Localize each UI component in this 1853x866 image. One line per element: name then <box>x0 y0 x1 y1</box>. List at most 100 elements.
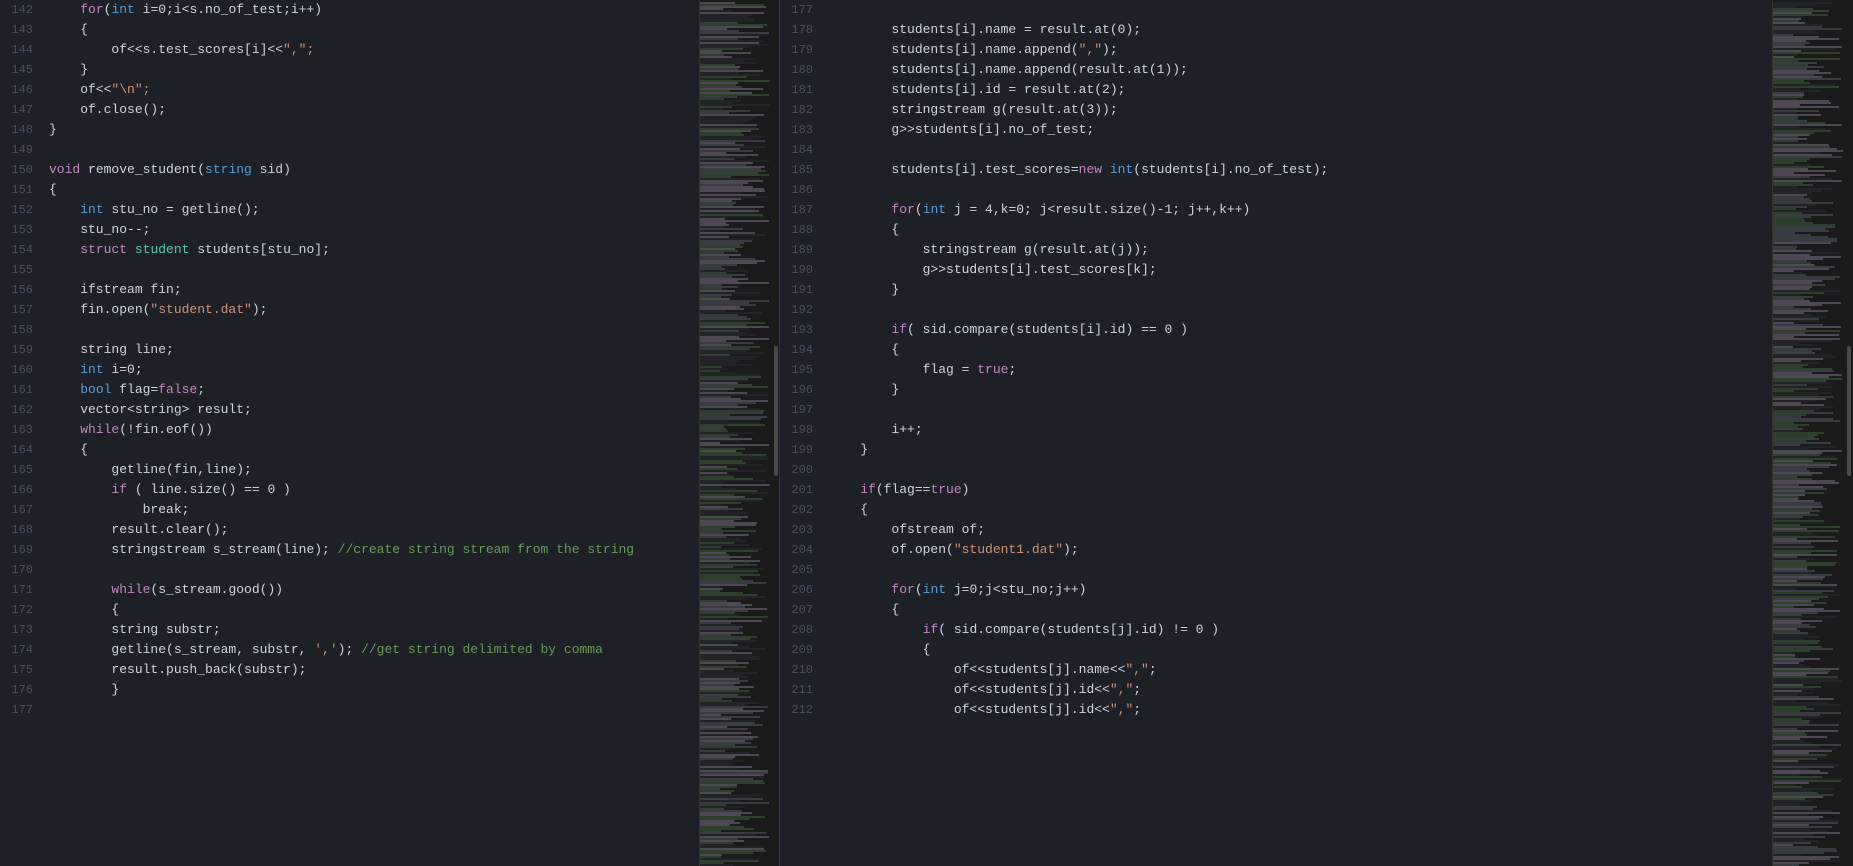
line-number: 180 <box>780 60 825 80</box>
token: getline(s_stream, substr, <box>49 642 314 657</box>
code-line: 183 g>>students[i].no_of_test; <box>780 120 1772 140</box>
token: students[i].name.append( <box>829 42 1079 57</box>
line-number: 152 <box>0 200 45 220</box>
code-line: 152 int stu_no = getline(); <box>0 200 699 220</box>
token: true <box>930 482 961 497</box>
token: int <box>923 582 946 597</box>
token: "\n"; <box>111 82 150 97</box>
code-line: 168 result.clear(); <box>0 520 699 540</box>
code-line: 160 int i=0; <box>0 360 699 380</box>
token: if <box>923 622 939 637</box>
line-number: 155 <box>0 260 45 280</box>
token: int <box>923 202 946 217</box>
code-line: 171 while(s_stream.good()) <box>0 580 699 600</box>
left-code-area[interactable]: 142 for(int i=0;i<s.no_of_test;i++)143 {… <box>0 0 699 866</box>
code-line: 186 <box>780 180 1772 200</box>
line-number: 146 <box>0 80 45 100</box>
code-line: 149 <box>0 140 699 160</box>
token: if <box>111 482 127 497</box>
token: { <box>49 22 88 37</box>
code-line: 156 ifstream fin; <box>0 280 699 300</box>
code-line: 175 result.push_back(substr); <box>0 660 699 680</box>
line-content: for(int j=0;j<stu_no;j++) <box>825 580 1772 600</box>
code-line: 163 while(!fin.eof()) <box>0 420 699 440</box>
token <box>1102 162 1110 177</box>
line-content: for(int i=0;i<s.no_of_test;i++) <box>45 0 699 20</box>
code-line: 173 string substr; <box>0 620 699 640</box>
token: ( <box>915 202 923 217</box>
code-line: 177 <box>0 700 699 720</box>
minimap-scrollbar[interactable] <box>1847 346 1851 476</box>
code-line: 192 <box>780 300 1772 320</box>
line-number: 181 <box>780 80 825 100</box>
line-number: 183 <box>780 120 825 140</box>
line-number: 143 <box>0 20 45 40</box>
line-content: fin.open("student.dat"); <box>45 300 699 320</box>
token: g>>students[i].test_scores[k]; <box>829 262 1157 277</box>
code-line: 170 <box>0 560 699 580</box>
code-line: 166 if ( line.size() == 0 ) <box>0 480 699 500</box>
code-line: 182 stringstream g(result.at(3)); <box>780 100 1772 120</box>
token: i=0; <box>104 362 143 377</box>
token: { <box>829 642 930 657</box>
code-line: 187 for(int j = 4,k=0; j<result.size()-1… <box>780 200 1772 220</box>
token <box>829 202 891 217</box>
line-number: 187 <box>780 200 825 220</box>
code-line: 164 { <box>0 440 699 460</box>
code-line: 179 students[i].name.append(","); <box>780 40 1772 60</box>
token: { <box>829 222 899 237</box>
token: } <box>49 682 119 697</box>
line-content: g>>students[i].no_of_test; <box>825 120 1772 140</box>
line-number: 142 <box>0 0 45 20</box>
token <box>49 202 80 217</box>
token: ); <box>1063 542 1079 557</box>
minimap-scrollbar[interactable] <box>774 346 778 476</box>
line-number: 211 <box>780 680 825 700</box>
line-number: 212 <box>780 700 825 720</box>
line-content: students[i].name = result.at(0); <box>825 20 1772 40</box>
token: getline(fin,line); <box>49 462 252 477</box>
code-line: 200 <box>780 460 1772 480</box>
token: ; <box>197 382 205 397</box>
token: } <box>49 62 88 77</box>
token: students[i].name = result.at(0); <box>829 22 1141 37</box>
token: of.close(); <box>49 102 166 117</box>
line-content: stringstream s_stream(line); //create st… <box>45 540 699 560</box>
code-line: 153 stu_no--; <box>0 220 699 240</box>
token <box>49 582 111 597</box>
token: bool <box>80 382 111 397</box>
right-code-area[interactable]: 177178 students[i].name = result.at(0);1… <box>780 0 1772 866</box>
line-content: while(!fin.eof()) <box>45 420 699 440</box>
line-content: struct student students[stu_no]; <box>45 240 699 260</box>
line-content: of<<students[j].id<<","; <box>825 700 1772 720</box>
token: ) <box>962 482 970 497</box>
token: student <box>135 242 190 257</box>
code-line: 181 students[i].id = result.at(2); <box>780 80 1772 100</box>
line-number: 161 <box>0 380 45 400</box>
token: "," <box>1125 662 1148 677</box>
line-number: 175 <box>0 660 45 680</box>
token: while <box>111 582 150 597</box>
token: if <box>891 322 907 337</box>
token: { <box>49 602 119 617</box>
line-number: 163 <box>0 420 45 440</box>
code-line: 143 { <box>0 20 699 40</box>
line-content: { <box>45 600 699 620</box>
line-number: 160 <box>0 360 45 380</box>
code-line: 202 { <box>780 500 1772 520</box>
line-number: 166 <box>0 480 45 500</box>
token: string line; <box>49 342 174 357</box>
code-line: 147 of.close(); <box>0 100 699 120</box>
token: { <box>49 182 57 197</box>
code-line: 201 if(flag==true) <box>780 480 1772 500</box>
line-number: 145 <box>0 60 45 80</box>
line-number: 149 <box>0 140 45 160</box>
line-content: } <box>45 60 699 80</box>
line-number: 176 <box>0 680 45 700</box>
token <box>127 242 135 257</box>
line-content: of.open("student1.dat"); <box>825 540 1772 560</box>
token: flag = <box>829 362 977 377</box>
right-minimap <box>1773 0 1853 866</box>
left-minimap <box>700 0 780 866</box>
line-number: 144 <box>0 40 45 60</box>
